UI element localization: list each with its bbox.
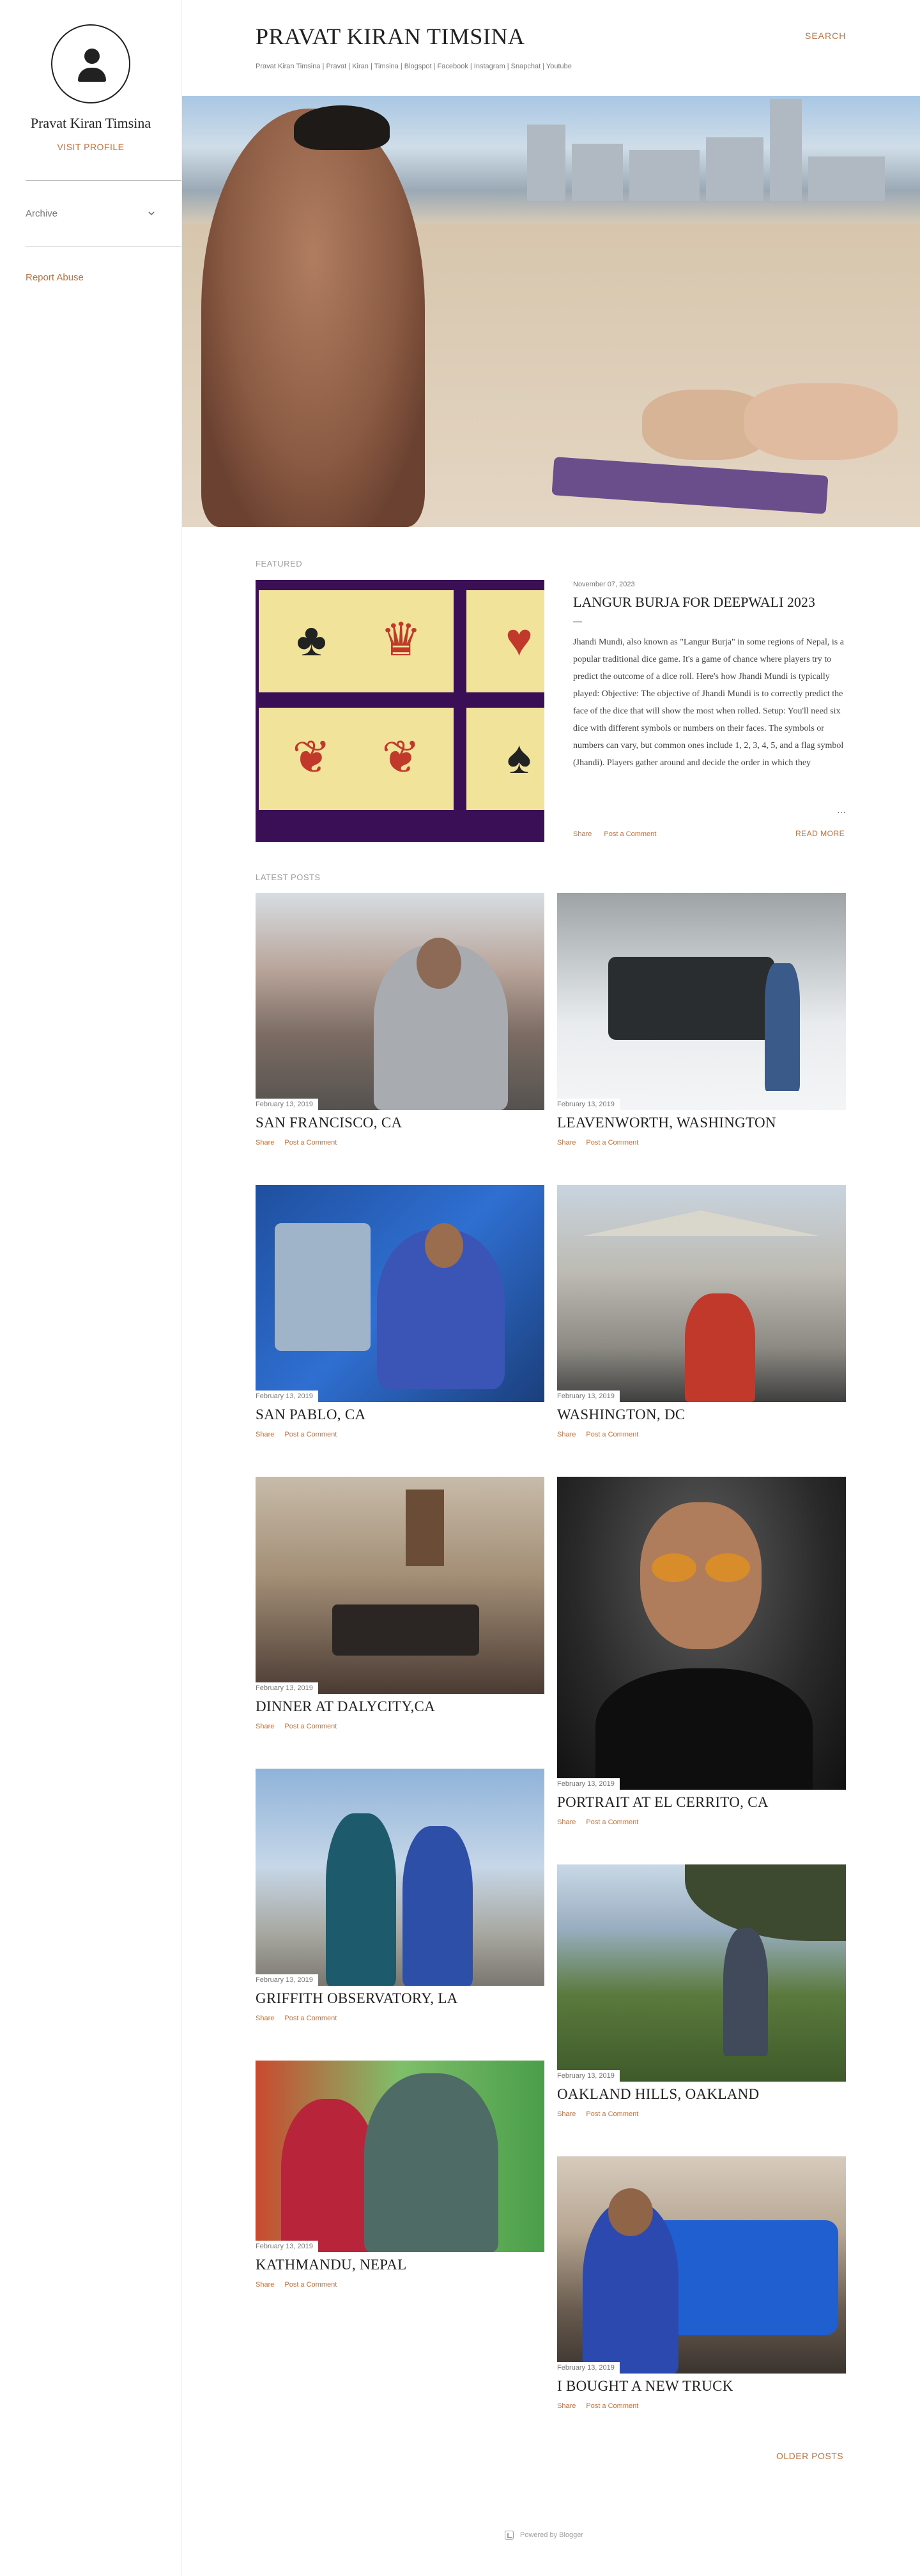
spade-icon: ♠ bbox=[507, 732, 532, 783]
post-date: February 13, 2019 bbox=[557, 2362, 620, 2374]
post-date: February 13, 2019 bbox=[557, 1099, 620, 1110]
post-comment-link[interactable]: Post a Comment bbox=[586, 2110, 638, 2118]
post-title[interactable]: DINNER AT DALYCITY,CA bbox=[256, 1698, 435, 1715]
share-button[interactable]: Share bbox=[256, 2015, 274, 2022]
share-button[interactable]: Share bbox=[573, 830, 592, 838]
post-title[interactable]: LEAVENWORTH, WASHINGTON bbox=[557, 1115, 776, 1131]
share-button[interactable]: Share bbox=[256, 1723, 274, 1730]
post-title[interactable]: I BOUGHT A NEW TRUCK bbox=[557, 2378, 733, 2395]
post-date: February 13, 2019 bbox=[256, 2241, 318, 2252]
post-date: February 13, 2019 bbox=[256, 1391, 318, 1402]
report-abuse-link[interactable]: Report Abuse bbox=[26, 272, 84, 283]
featured-snippet: Jhandi Mundi, also known as "Langur Burj… bbox=[573, 634, 847, 823]
share-button[interactable]: Share bbox=[557, 1431, 576, 1438]
post-image[interactable] bbox=[557, 893, 846, 1110]
search-button[interactable]: SEARCH bbox=[805, 31, 846, 41]
crown-icon: ♛ bbox=[380, 614, 422, 666]
blog-description: Pravat Kiran Timsina | Pravat | Kiran | … bbox=[256, 63, 572, 70]
snippet-ellipsis: … bbox=[837, 806, 846, 816]
share-button[interactable]: Share bbox=[557, 2402, 576, 2410]
post-comment-link[interactable]: Post a Comment bbox=[586, 1818, 638, 1826]
footer: Powered by Blogger bbox=[505, 2531, 583, 2540]
heart-icon: ♥ bbox=[505, 614, 533, 666]
share-button[interactable]: Share bbox=[557, 1818, 576, 1826]
blog-title[interactable]: PRAVAT KIRAN TIMSINA bbox=[256, 23, 525, 50]
chevron-down-icon bbox=[148, 211, 155, 216]
share-button[interactable]: Share bbox=[557, 2110, 576, 2118]
post-image[interactable] bbox=[256, 1769, 544, 1986]
archive-toggle[interactable]: Archive bbox=[26, 204, 156, 222]
post-date: February 13, 2019 bbox=[256, 1682, 318, 1694]
featured-title[interactable]: LANGUR BURJA FOR DEEPWALI 2023 bbox=[573, 594, 815, 611]
post-image[interactable] bbox=[557, 2156, 846, 2374]
read-more-link[interactable]: READ MORE bbox=[795, 829, 845, 838]
flag-icon: ❦ bbox=[381, 732, 420, 783]
sidebar-divider bbox=[26, 180, 181, 181]
powered-by-link[interactable]: Powered by Blogger bbox=[520, 2531, 583, 2539]
share-button[interactable]: Share bbox=[256, 1139, 274, 1147]
post-title[interactable]: WASHINGTON, DC bbox=[557, 1406, 686, 1423]
blogger-icon bbox=[505, 2531, 514, 2540]
post-image[interactable] bbox=[256, 893, 544, 1110]
blog-header: PRAVAT KIRAN TIMSINA Pravat Kiran Timsin… bbox=[182, 0, 920, 96]
post-date: February 13, 2019 bbox=[557, 2070, 620, 2082]
header-hero-image bbox=[182, 96, 920, 527]
post-comment-link[interactable]: Post a Comment bbox=[284, 1431, 337, 1438]
post-comment-link[interactable]: Post a Comment bbox=[604, 830, 656, 838]
post-title[interactable]: PORTRAIT AT EL CERRITO, CA bbox=[557, 1794, 769, 1811]
share-button[interactable]: Share bbox=[256, 2281, 274, 2289]
post-image[interactable] bbox=[256, 1477, 544, 1694]
post-comment-link[interactable]: Post a Comment bbox=[284, 2015, 337, 2022]
post-image[interactable] bbox=[557, 1864, 846, 2082]
profile-name[interactable]: Pravat Kiran Timsina bbox=[0, 115, 181, 132]
post-date: February 13, 2019 bbox=[256, 1099, 318, 1110]
person-icon bbox=[84, 49, 100, 64]
post-title[interactable]: KATHMANDU, NEPAL bbox=[256, 2257, 407, 2273]
visit-profile-link[interactable]: VISIT PROFILE bbox=[0, 142, 181, 152]
post-image[interactable] bbox=[256, 2061, 544, 2252]
post-date: February 13, 2019 bbox=[557, 1778, 620, 1790]
post-image[interactable] bbox=[557, 1185, 846, 1402]
featured-post-image[interactable]: ♣ ♛ ♥ ❦ ❦ ♠ bbox=[256, 580, 544, 842]
share-button[interactable]: Share bbox=[256, 1431, 274, 1438]
post-title[interactable]: GRIFFITH OBSERVATORY, LA bbox=[256, 1990, 458, 2007]
post-title[interactable]: SAN PABLO, CA bbox=[256, 1406, 365, 1423]
latest-posts-label: LATEST POSTS bbox=[256, 873, 321, 882]
post-comment-link[interactable]: Post a Comment bbox=[284, 2281, 337, 2289]
featured-label: FEATURED bbox=[256, 559, 303, 568]
post-comment-link[interactable]: Post a Comment bbox=[284, 1139, 337, 1147]
archive-label: Archive bbox=[26, 208, 58, 219]
profile-avatar[interactable] bbox=[51, 24, 130, 103]
post-image[interactable] bbox=[256, 1185, 544, 1402]
post-comment-link[interactable]: Post a Comment bbox=[586, 1139, 638, 1147]
post-date: February 13, 2019 bbox=[557, 1391, 620, 1402]
post-date: February 13, 2019 bbox=[256, 1974, 318, 1986]
sidebar: Pravat Kiran Timsina VISIT PROFILE Archi… bbox=[0, 0, 181, 2576]
post-comment-link[interactable]: Post a Comment bbox=[284, 1723, 337, 1730]
post-title[interactable]: SAN FRANCISCO, CA bbox=[256, 1115, 402, 1131]
featured-dash: — bbox=[573, 617, 582, 627]
older-posts-link[interactable]: OLDER POSTS bbox=[776, 2451, 843, 2461]
featured-date: November 07, 2023 bbox=[573, 581, 635, 588]
post-image[interactable] bbox=[557, 1477, 846, 1790]
post-comment-link[interactable]: Post a Comment bbox=[586, 2402, 638, 2410]
post-title[interactable]: OAKLAND HILLS, OAKLAND bbox=[557, 2086, 759, 2103]
post-comment-link[interactable]: Post a Comment bbox=[586, 1431, 638, 1438]
share-button[interactable]: Share bbox=[557, 1139, 576, 1147]
